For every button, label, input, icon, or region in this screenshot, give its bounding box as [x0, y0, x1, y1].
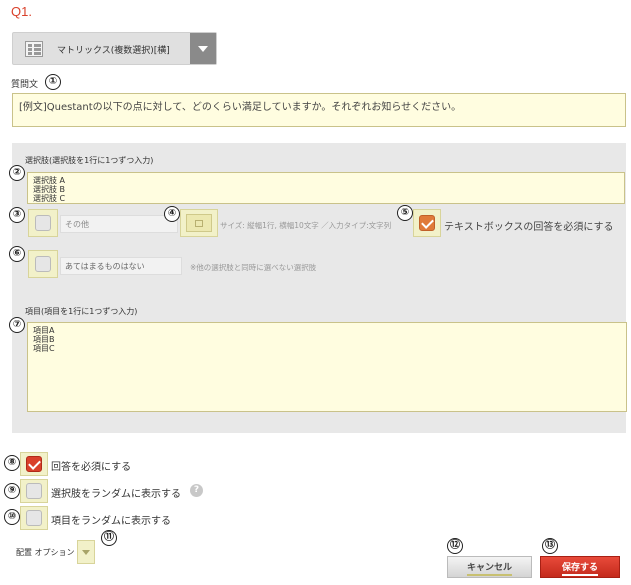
marker-2: ②: [9, 165, 25, 181]
item-row-b: 項目B: [33, 335, 55, 344]
layout-option-label: 配置 オプション: [16, 548, 75, 557]
textbox-hint: サイズ: 縦幅1行, 横幅10文字 ／入力タイプ:文字列: [220, 221, 392, 230]
marker-6: ⑥: [9, 246, 25, 262]
marker-13: ⑬: [542, 538, 558, 554]
marker-4: ④: [164, 206, 180, 222]
dropdown-toggle[interactable]: [190, 33, 216, 64]
require-textbox-label: テキストボックスの回答を必須にする: [444, 222, 614, 233]
question-type-label: マトリックス(複数選択)[横]: [57, 46, 170, 56]
marker-12: ⑫: [447, 538, 463, 554]
layout-select[interactable]: [77, 540, 95, 564]
item-row-c: 項目C: [33, 344, 55, 353]
cancel-button[interactable]: キャンセル: [447, 556, 532, 578]
random-items-checkbox[interactable]: [26, 510, 42, 526]
save-label: 保存する: [561, 563, 598, 576]
items-textarea[interactable]: 項目A 項目B 項目C: [27, 322, 627, 412]
random-choices-label: 選択肢をランダムに表示する: [51, 489, 181, 500]
choices-label: 選択肢(選択肢を1行に1つずつ入力): [25, 156, 154, 165]
required-label: 回答を必須にする: [51, 462, 132, 473]
matrix-icon: [25, 41, 43, 57]
random-items-label: 項目をランダムに表示する: [51, 516, 171, 527]
help-icon[interactable]: ?: [190, 484, 203, 497]
marker-8: ⑧: [4, 455, 20, 471]
choice-item-a: 選択肢 A: [33, 176, 66, 185]
items-label: 項目(項目を1行に1つずつ入力): [25, 307, 138, 316]
require-textbox-checkbox[interactable]: [419, 215, 435, 231]
marker-10: ⑩: [4, 509, 20, 525]
question-text-label: 質問文: [11, 80, 39, 90]
cancel-label: キャンセル: [466, 563, 512, 576]
none-placeholder: あてはまるものはない: [65, 262, 145, 271]
other-checkbox[interactable]: [35, 215, 51, 231]
none-input[interactable]: あてはまるものはない: [60, 257, 182, 275]
question-text-input[interactable]: [例文]Questantの以下の点に対して、どのくらい満足していますか。それぞれ…: [12, 93, 626, 127]
other-placeholder: その他: [65, 220, 89, 229]
chevron-down-icon: [198, 46, 208, 52]
question-number: Q1.: [11, 4, 32, 19]
other-input[interactable]: その他: [60, 215, 178, 233]
marker-3: ③: [9, 207, 25, 223]
question-text-value: [例文]Questantの以下の点に対して、どのくらい満足していますか。それぞれ…: [19, 102, 462, 113]
marker-9: ⑨: [4, 483, 20, 499]
random-choices-checkbox[interactable]: [26, 483, 42, 499]
none-hint: ※他の選択肢と同時に選べない選択肢: [190, 263, 317, 272]
marker-1: ①: [45, 74, 61, 90]
marker-5: ⑤: [397, 205, 413, 221]
required-checkbox[interactable]: [26, 456, 42, 472]
none-checkbox[interactable]: [35, 256, 51, 272]
choice-item-c: 選択肢 C: [33, 194, 66, 203]
marker-11: ⑪: [101, 530, 117, 546]
choices-textarea[interactable]: 選択肢 A 選択肢 B 選択肢 C: [27, 172, 625, 204]
question-type-select[interactable]: マトリックス(複数選択)[横]: [12, 32, 217, 65]
marker-7: ⑦: [9, 317, 25, 333]
chevron-down-icon: [82, 550, 90, 555]
item-row-a: 項目A: [33, 326, 55, 335]
textbox-settings-icon[interactable]: [186, 214, 212, 232]
choice-item-b: 選択肢 B: [33, 185, 66, 194]
save-button[interactable]: 保存する: [540, 556, 620, 578]
